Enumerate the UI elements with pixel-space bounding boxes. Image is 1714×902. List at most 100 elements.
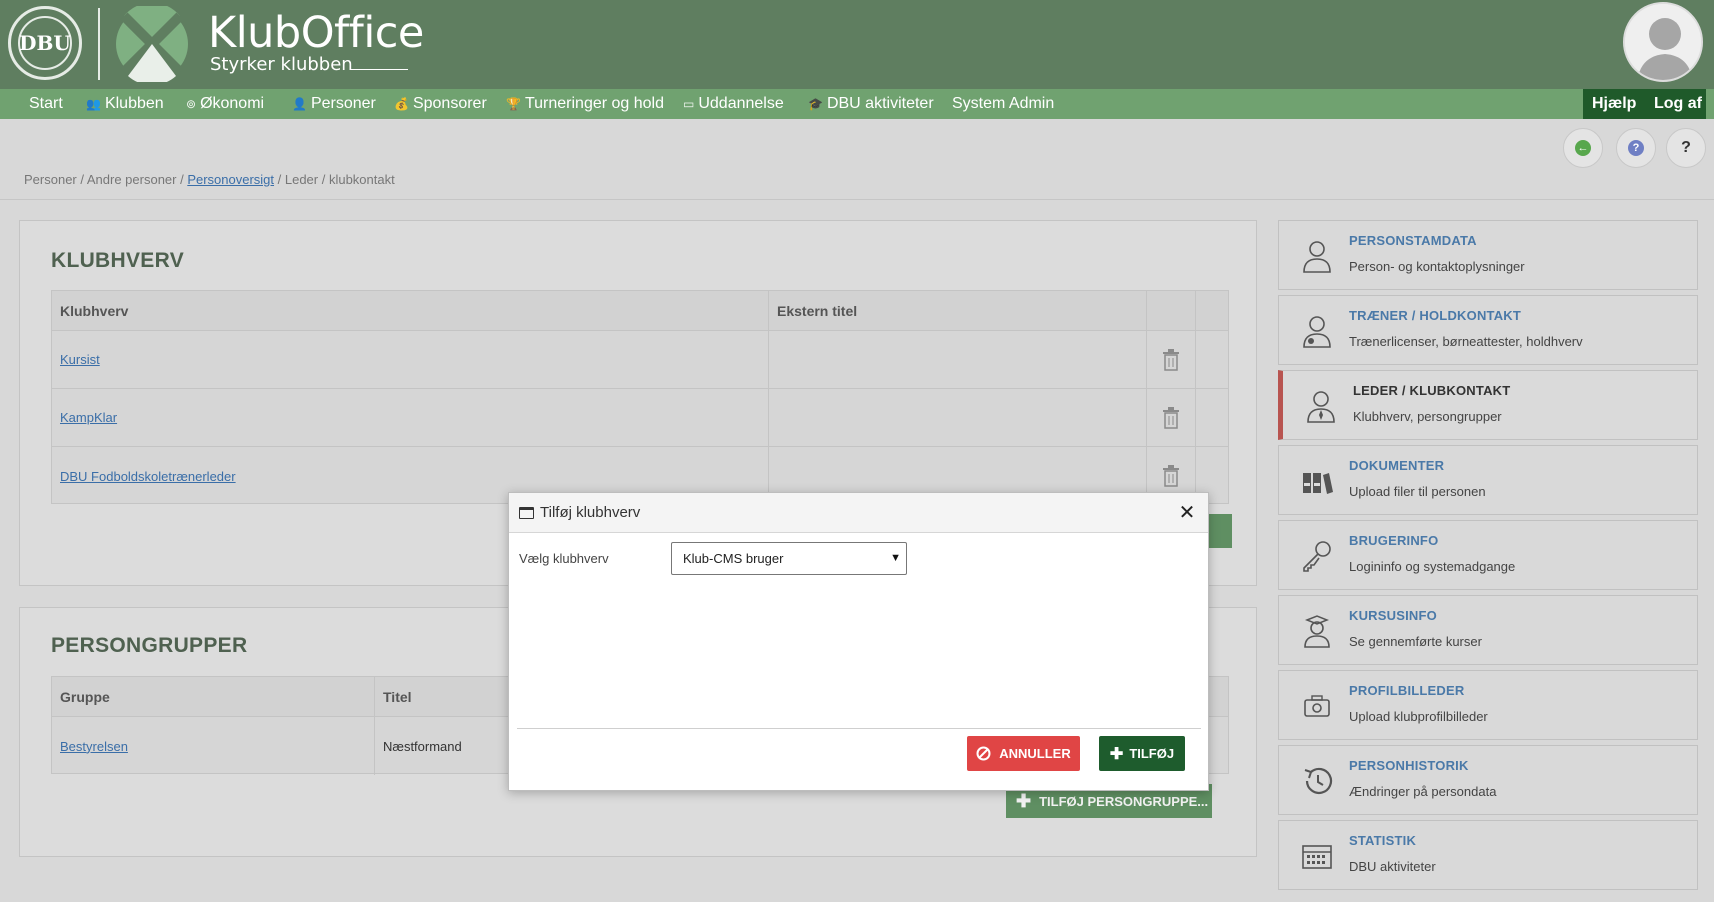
cell-ekstern [769,331,1147,388]
header-divider [98,8,100,80]
klubhverv-table: Klubhverv Ekstern titel Kursist KampKlar… [51,290,1229,505]
question-icon: ? [1681,139,1691,156]
nav-klubben-label: Klubben [104,95,164,112]
graduate-icon [1304,615,1330,648]
sidebar-item-kursusinfo[interactable]: KURSUSINFO Se gennemførte kurser [1278,595,1698,665]
cancel-label: ANNULLER [999,746,1071,761]
sidebar-item-dokumenter[interactable]: DOKUMENTER Upload filer til personen [1278,445,1698,515]
nav-personer[interactable]: 👤 Personer [292,89,376,119]
nav-klubben[interactable]: 👥 Klubben [86,89,164,119]
add-button[interactable]: ✚ TILFØJ [1099,736,1185,771]
leader-icon [1307,391,1335,423]
key-icon [1303,541,1331,572]
avatar[interactable] [1623,2,1703,82]
klubhverv-link[interactable]: Kursist [60,352,100,367]
dialog-footer-divider [517,728,1201,729]
sidebar-item-leder[interactable]: LEDER / KLUBKONTAKT Klubhverv, persongru… [1278,370,1698,440]
sidebar-item-subtitle: Person- og kontaktoplysninger [1349,259,1525,274]
camera-icon [1304,695,1330,717]
breadcrumb-part2: / Leder / klubkontakt [274,172,395,187]
nav-okonomi[interactable]: ⊚ Økonomi [186,89,264,119]
nav-logout[interactable]: Log af [1654,89,1702,119]
user-silhouette-icon [1625,4,1701,80]
nav-uddannelse[interactable]: ▭ Uddannelse [683,89,784,119]
sidebar-item-title: DOKUMENTER [1349,458,1445,473]
close-icon[interactable]: ✕ [1176,502,1198,524]
klubhverv-header: Klubhverv Ekstern titel [52,291,1228,331]
kluboffice-logo-icon[interactable] [114,6,190,82]
persongrupper-title: PERSONGRUPPER [51,634,248,657]
dbu-logo[interactable]: DBU [8,6,82,80]
sidebar-item-title: PERSONHISTORIK [1349,758,1469,773]
sidebar-item-statistik[interactable]: STATISTIK DBU aktiviteter [1278,820,1698,890]
header: DBU KlubOffice Styrker klubben [0,0,1714,89]
help-button[interactable]: ? [1666,128,1706,168]
nav-turneringer[interactable]: 🏆 Turneringer og hold [506,89,664,119]
add-klubhverv-dialog: Tilføj klubhverv ✕ Vælg klubhverv Klub-C… [508,492,1209,791]
breadcrumb: Personer / Andre personer / Personoversi… [24,172,395,187]
nav-dbu-aktiviteter-label: DBU aktiviteter [826,95,934,112]
col-gruppe[interactable]: Gruppe [52,677,375,716]
binders-icon [1303,473,1333,494]
delete-button[interactable] [1147,331,1196,388]
trash-icon [1163,348,1179,371]
breadcrumb-part1: Personer / Andre personer / [24,172,188,187]
nav-right-group: Hjælp Log af [1583,89,1706,119]
sidebar-item-subtitle: DBU aktiviteter [1349,859,1436,874]
klubhverv-select-label: Vælg klubhverv [519,551,609,566]
sidebar-item-title: PROFILBILLEDER [1349,683,1465,698]
sidebar-item-title: BRUGERINFO [1349,533,1439,548]
gruppe-link[interactable]: Bestyrelsen [60,739,128,754]
nav-system-admin-label: System Admin [952,95,1055,112]
trash-icon [1163,406,1179,429]
sidebar-item-profilbilleder[interactable]: PROFILBILLEDER Upload klubprofilbilleder [1278,670,1698,740]
coins-icon: ⊚ [186,97,197,111]
add-label: TILFØJ [1129,746,1175,761]
cell-ekstern [769,389,1147,446]
brand-name: KlubOffice [208,8,424,58]
nav-uddannelse-label: Uddannelse [698,95,784,112]
cell-gruppe: Bestyrelsen [52,717,375,775]
cancel-icon [976,746,991,761]
nav-sponsorer[interactable]: 💰 Sponsorer [394,89,487,119]
table-row: Kursist [52,331,1228,389]
col-actions [1147,291,1196,330]
klubhverv-title: KLUBHVERV [51,249,184,272]
sidebar-item-subtitle: Trænerlicenser, børneattester, holdhverv [1349,334,1583,349]
plus-icon: ✚ [1109,745,1124,763]
klubhverv-select[interactable]: Klub-CMS bruger ▼ [671,542,907,575]
sidebar-item-subtitle: Klubhverv, persongrupper [1353,409,1502,424]
dialog-title: Tilføj klubhverv [540,504,641,521]
klubhverv-link[interactable]: DBU Fodboldskoletrænerleder [60,469,236,484]
klubhverv-link[interactable]: KampKlar [60,410,117,425]
nav-help[interactable]: Hjælp [1592,89,1636,119]
sidebar-item-subtitle: Upload klubprofilbilleder [1349,709,1488,724]
info-icon: ? [1628,140,1644,156]
support-button[interactable]: ? [1616,128,1656,168]
cancel-button[interactable]: ANNULLER [967,736,1080,771]
window-icon [519,507,534,519]
sidebar-item-traener[interactable]: TRÆNER / HOLDKONTAKT Trænerlicenser, bør… [1278,295,1698,365]
graduation-cap-icon: 🎓 [808,97,823,111]
sidebar-item-personhistorik[interactable]: PERSONHISTORIK Ændringer på persondata [1278,745,1698,815]
sidebar-item-title: STATISTIK [1349,833,1417,848]
klubhverv-select-value: Klub-CMS bruger [683,551,784,566]
sidebar-item-subtitle: Se gennemførte kurser [1349,634,1482,649]
col-ekstern-titel[interactable]: Ekstern titel [769,291,1147,330]
sidebar-item-brugerinfo[interactable]: BRUGERINFO Logininfo og systemadgange [1278,520,1698,590]
delete-button[interactable] [1147,389,1196,446]
sidebar-item-title: PERSONSTAMDATA [1349,233,1477,248]
sidebar-item-personstamdata[interactable]: PERSONSTAMDATA Person- og kontaktoplysni… [1278,220,1698,290]
breadcrumb-link-personoversigt[interactable]: Personoversigt [187,172,274,187]
nav-personer-label: Personer [310,95,376,112]
brand-tagline: Styrker klubben [210,54,353,75]
person-icon: 👤 [292,97,307,111]
nav-dbu-aktiviteter[interactable]: 🎓 DBU aktiviteter [808,89,934,119]
nav-system-admin[interactable]: System Admin [952,89,1054,119]
sidebar-item-title: LEDER / KLUBKONTAKT [1353,383,1511,398]
presentation-icon: ▭ [683,97,695,111]
col-klubhverv[interactable]: Klubhverv [52,291,769,330]
back-button[interactable]: ← [1563,128,1603,168]
nav-start[interactable]: Start [29,89,63,119]
main-nav: Start 👥 Klubben ⊚ Økonomi 👤 Personer 💰 Spons… [0,89,1714,119]
